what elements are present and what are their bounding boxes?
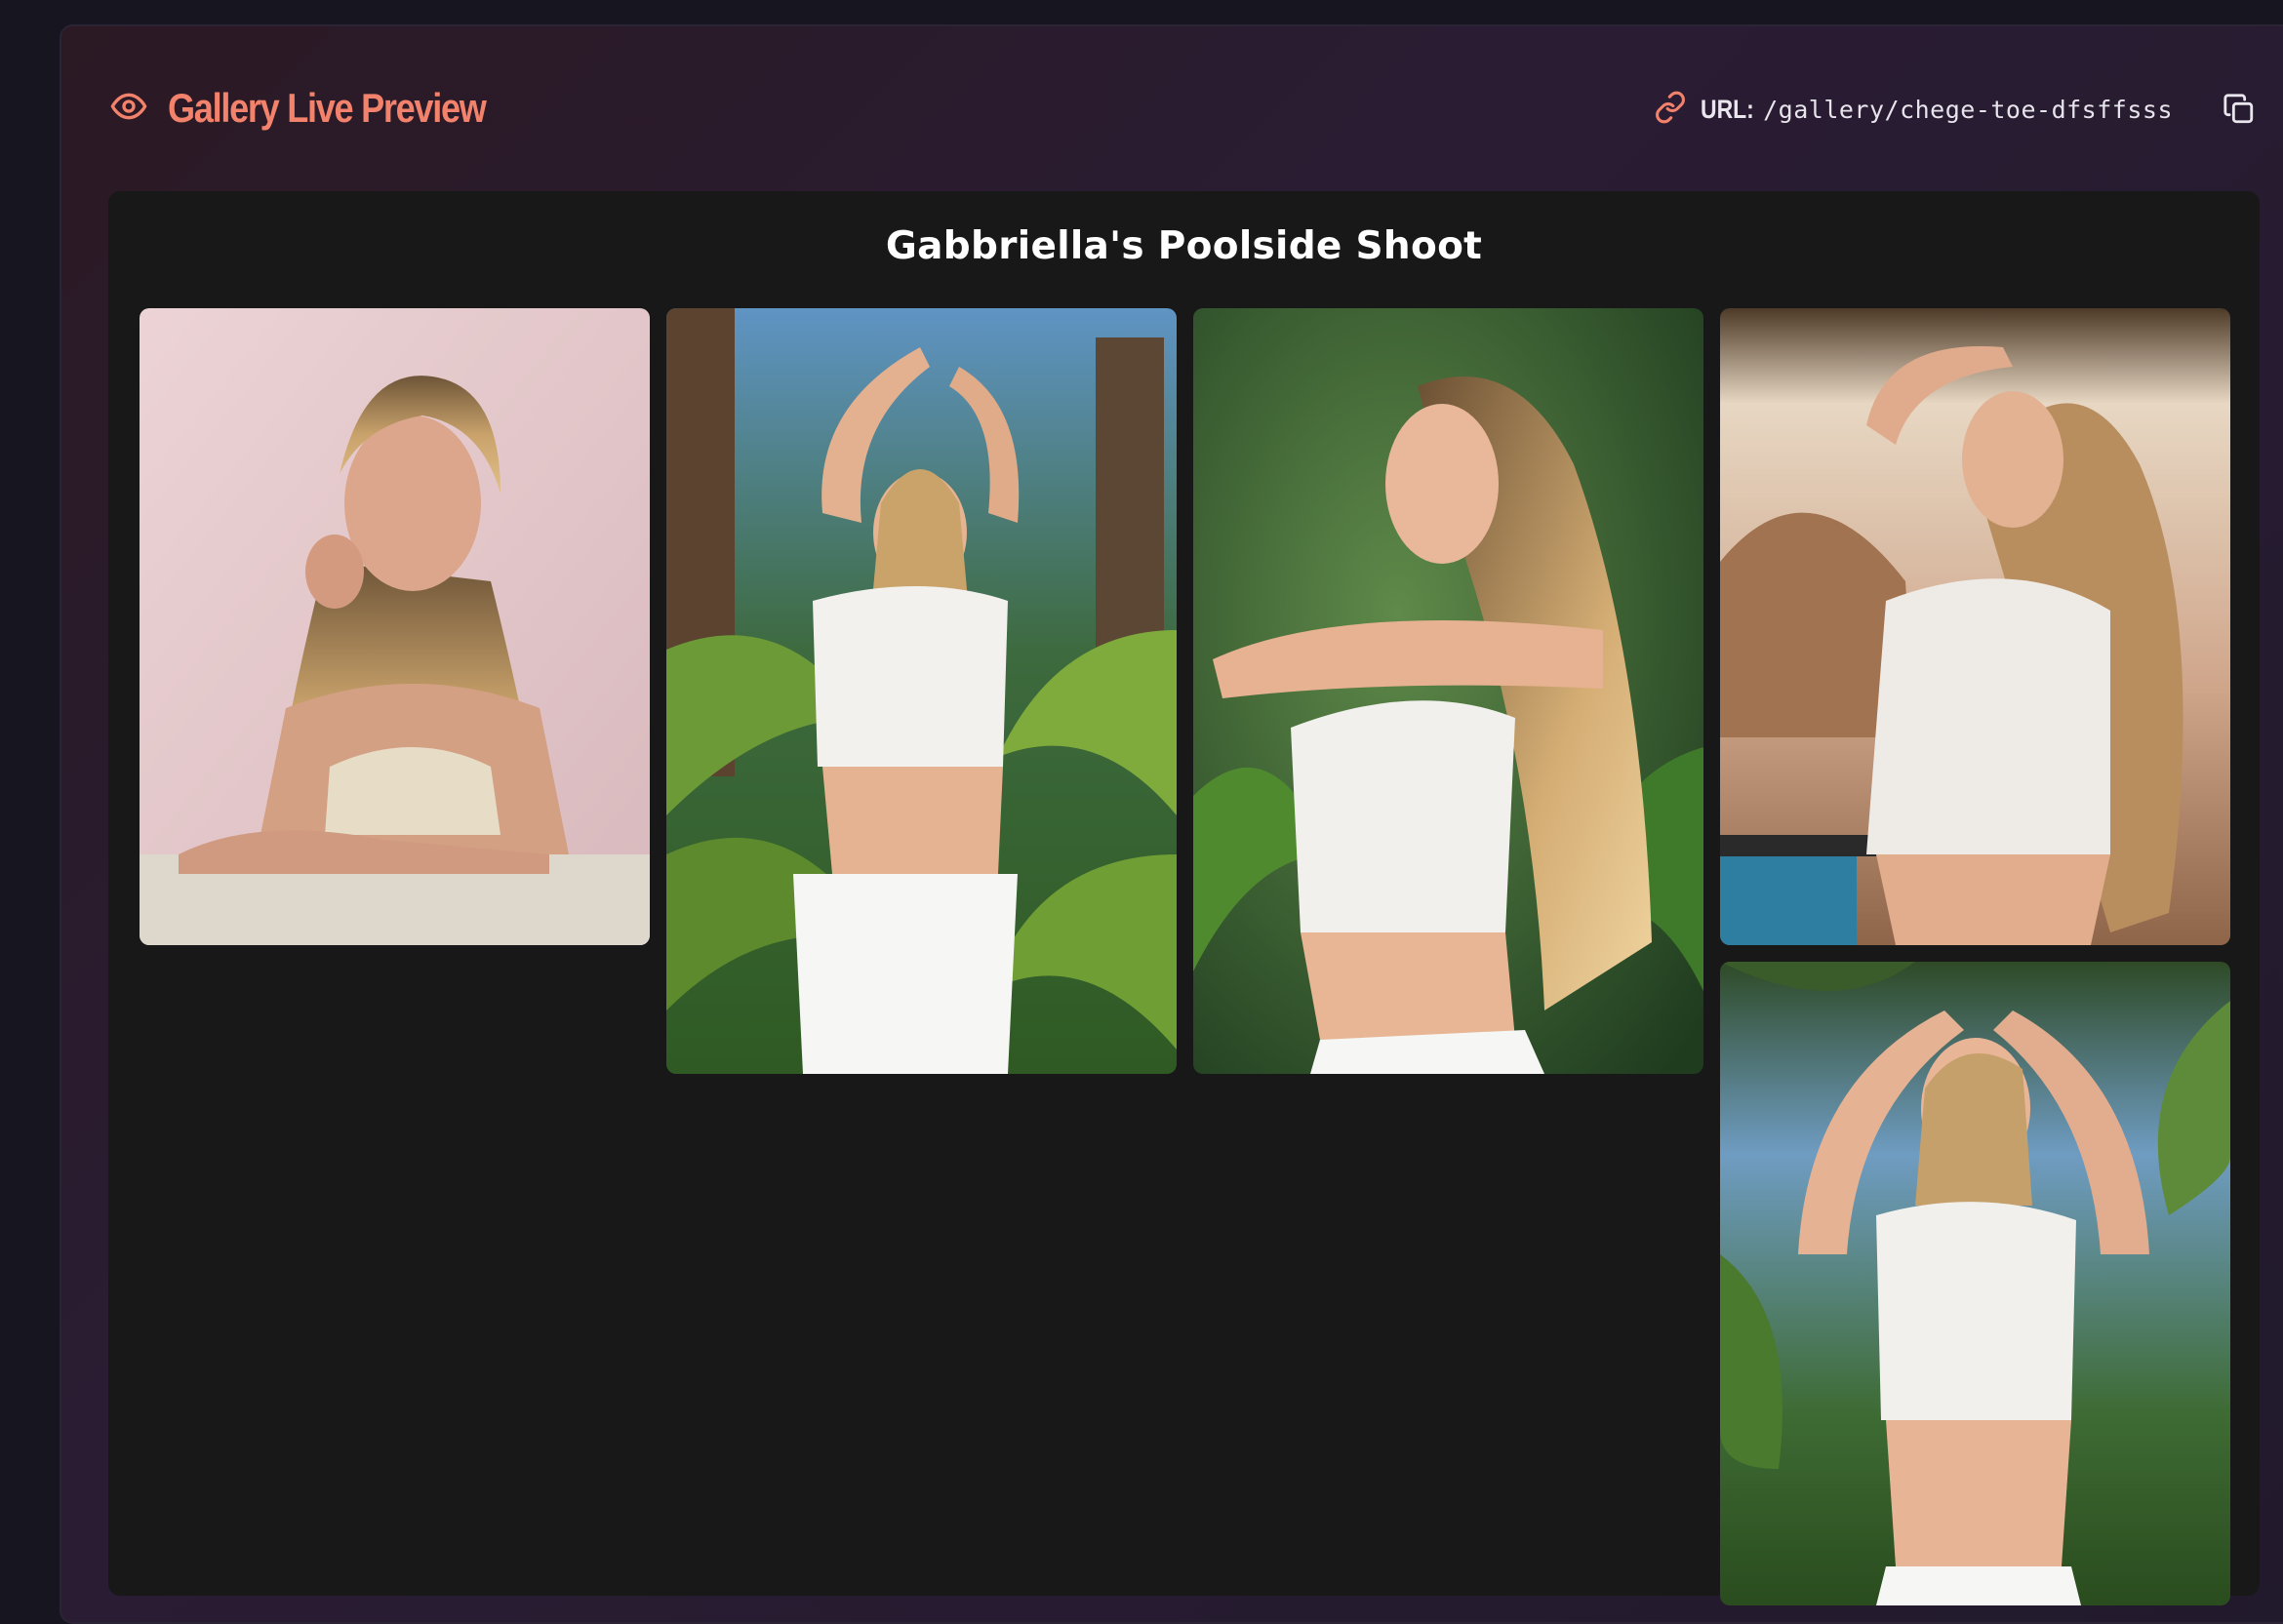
header-title-group: Gallery Live Preview: [109, 78, 538, 139]
gallery-photo-5[interactable]: [1720, 962, 2230, 1605]
url-bar: URL: /gallery/chege-toe-dfsffsss: [1654, 82, 2259, 137]
eye-icon: [109, 87, 148, 130]
url-value[interactable]: /gallery/chege-toe-dfsffsss: [1763, 96, 2173, 124]
url-label: URL:: [1701, 94, 1754, 124]
gallery-photo-3[interactable]: [1193, 308, 1703, 1074]
page-title: Gallery Live Preview: [168, 85, 487, 131]
gallery-photo-2[interactable]: [666, 308, 1177, 1074]
gallery-photo-1[interactable]: [140, 308, 650, 945]
gallery-preview-panel: Gabbriella's Poolside Shoot: [108, 191, 2260, 1605]
gallery-photo-4[interactable]: [1720, 308, 2230, 945]
copy-url-button[interactable]: [2220, 90, 2259, 129]
copy-icon: [2223, 94, 2254, 124]
link-icon: [1654, 91, 1687, 128]
gallery-title: Gabbriella's Poolside Shoot: [885, 224, 1483, 268]
